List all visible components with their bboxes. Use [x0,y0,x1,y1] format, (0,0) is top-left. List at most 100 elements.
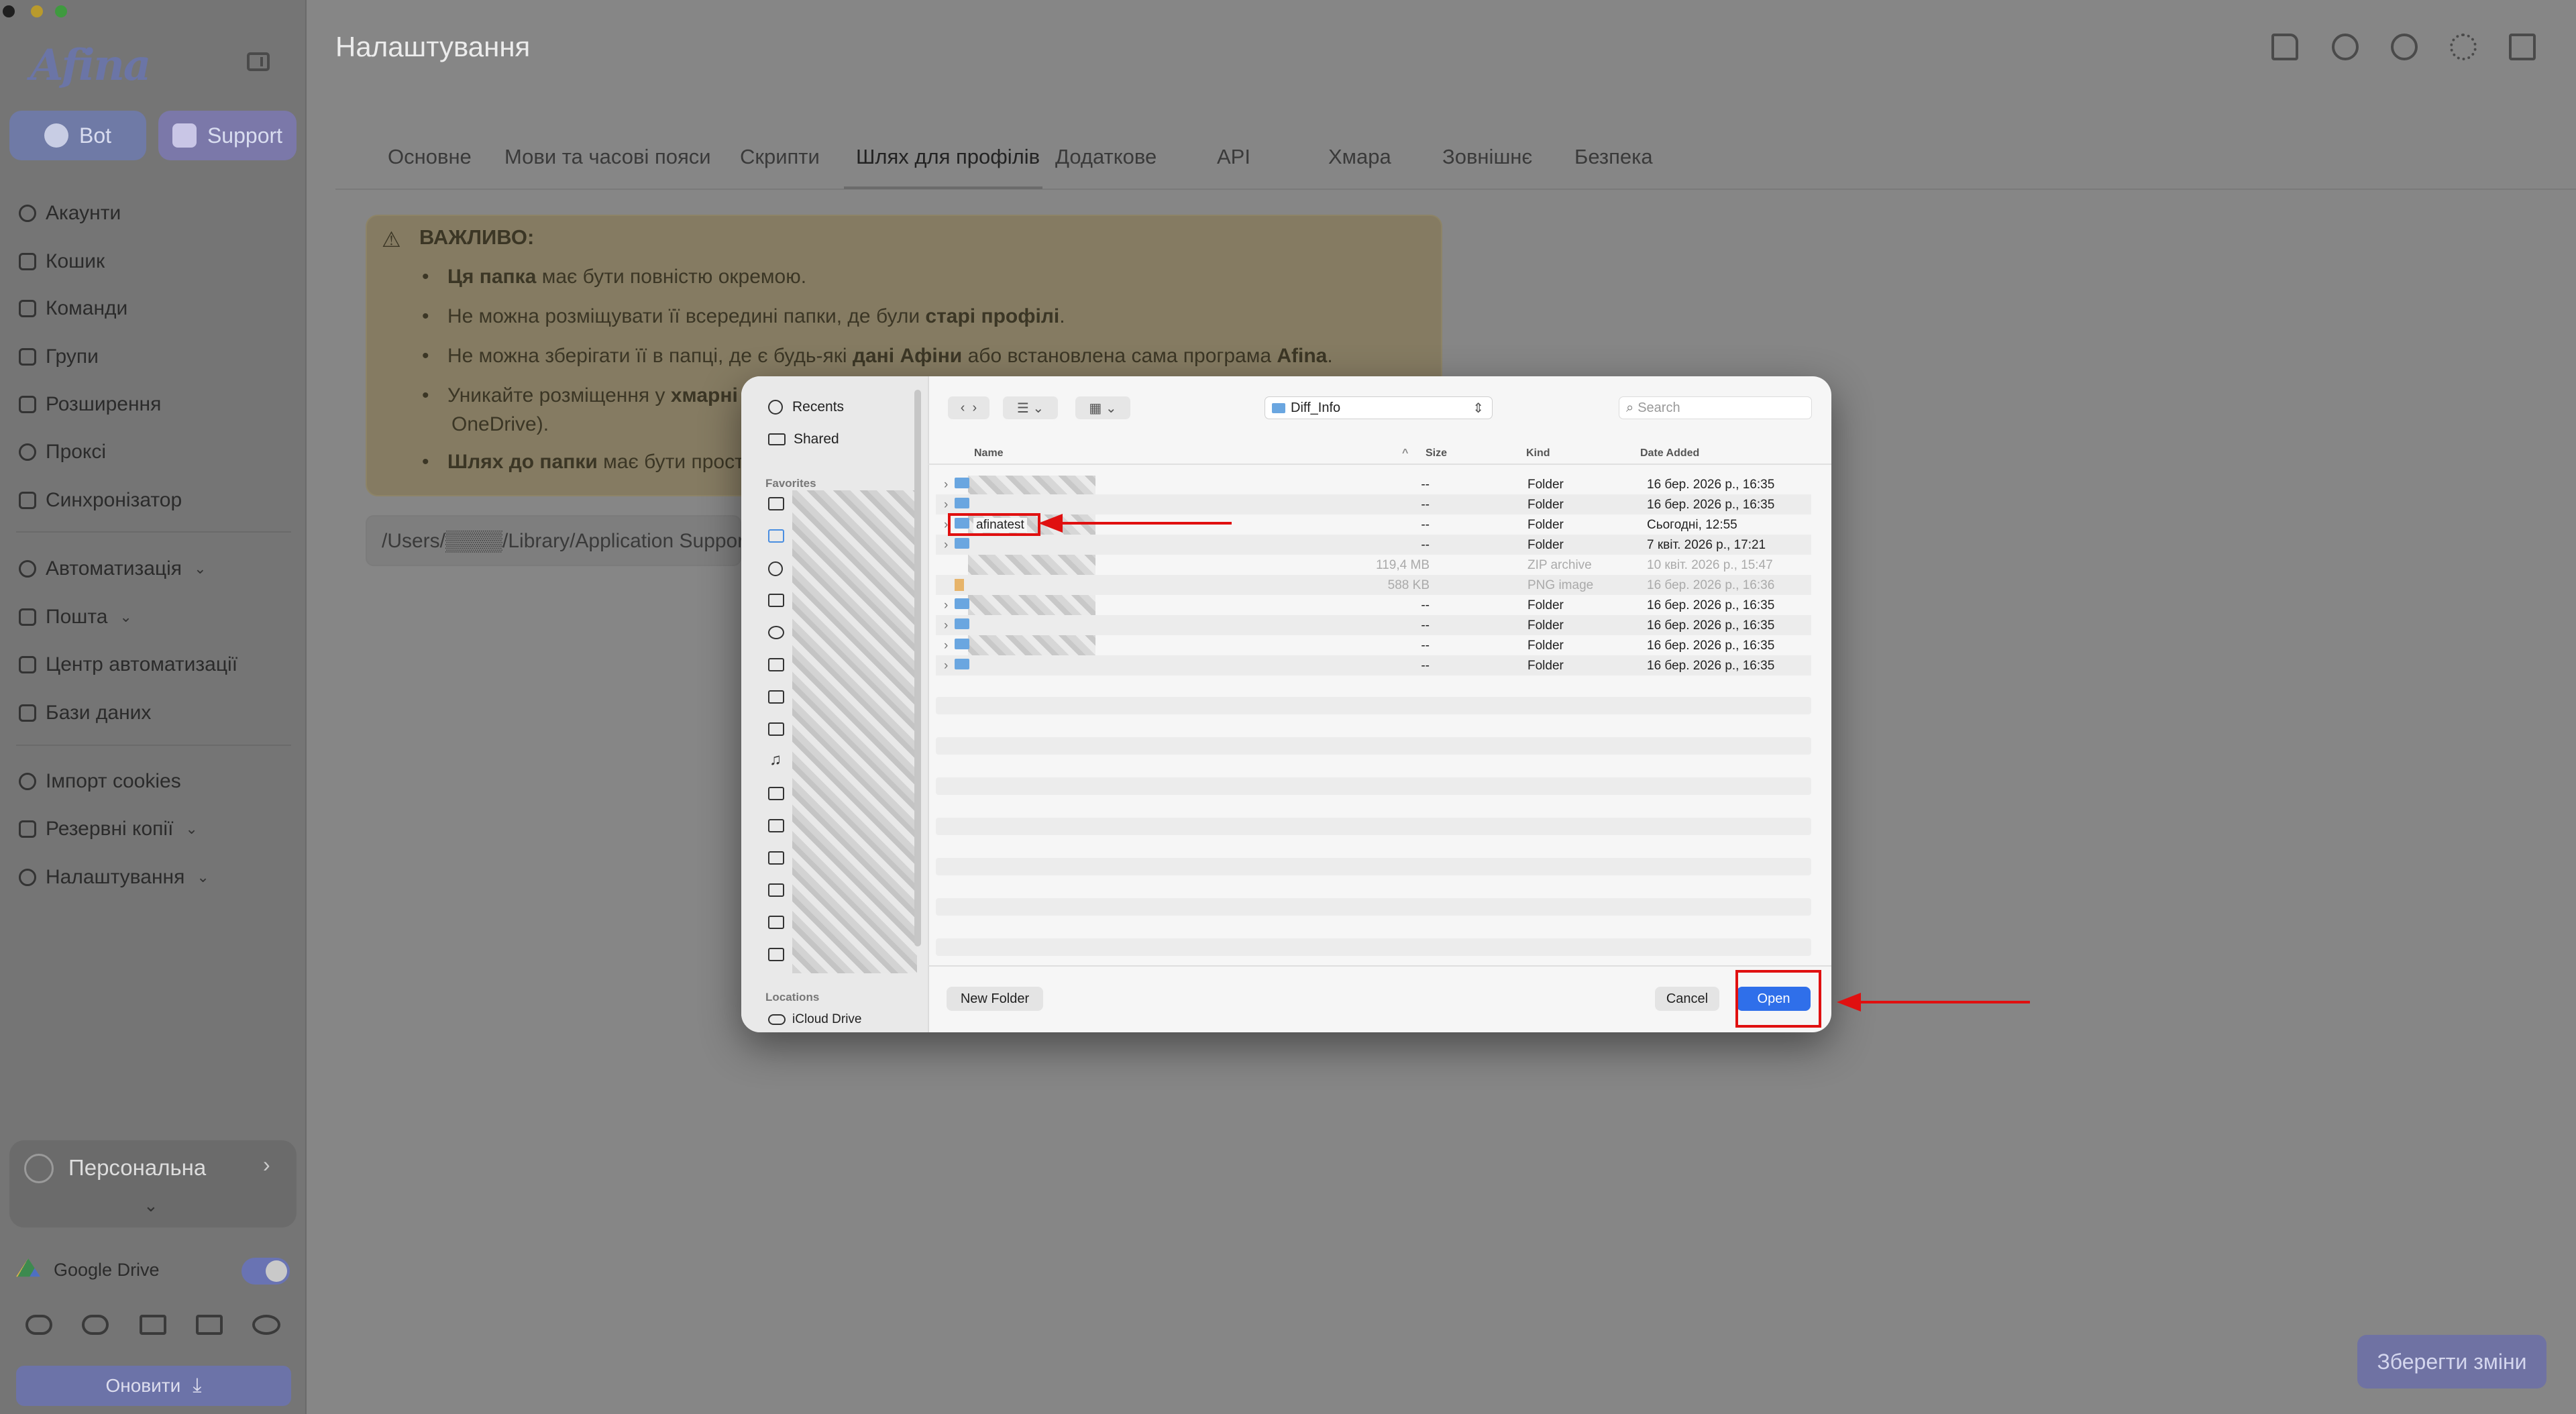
list-view-icon[interactable]: ☰ ⌄ [1003,396,1058,419]
chevron-down-icon[interactable]: ⌄ [144,1195,158,1216]
folder-icon[interactable] [768,883,784,897]
sidebar-item-settings[interactable]: Налаштування ⌄ [19,857,209,898]
column-kind[interactable]: Kind [1526,447,1550,459]
folder-icon[interactable] [768,851,784,865]
sidebar-item-automation-center[interactable]: Центр автоматизації [19,645,237,685]
app-store-icon[interactable] [768,626,784,639]
folder-download-icon[interactable] [196,1315,223,1335]
bank-icon[interactable] [768,658,784,671]
dialog-sidebar-icloud[interactable]: iCloud Drive [768,1012,861,1027]
tab-security[interactable]: Безпека [1574,145,1653,169]
row-size: -- [1421,538,1430,552]
sidebar-item-groups[interactable]: Групи [19,337,99,377]
support-button[interactable]: Support [158,111,297,160]
sidebar-item-extensions[interactable]: Розширення [19,384,161,425]
tab-profile-path[interactable]: Шлях для профілів [856,145,1040,169]
table-row[interactable]: › -- Folder 16 бер. 2026 р., 16:35 [936,595,1811,615]
row-size: -- [1421,639,1430,653]
table-row[interactable]: › -- Folder 7 квіт. 2026 р., 17:21 [936,535,1811,555]
table-row[interactable]: › -- Folder 16 бер. 2026 р., 16:35 [936,635,1811,655]
zoom-window-button[interactable] [55,5,67,17]
table-row[interactable]: › -- Folder 16 бер. 2026 р., 16:35 [936,615,1811,635]
profile-path-value: /Users/▒▒▒▒/Library/Application Suppor [382,530,745,552]
sidebar-item-proxy[interactable]: Проксі [19,432,106,472]
new-folder-button[interactable]: New Folder [947,987,1043,1011]
dialog-sidebar-recents[interactable]: Recents [768,399,844,415]
sidebar-item-import-cookies[interactable]: Імпорт cookies [19,761,181,802]
eye-off-icon[interactable] [252,1315,280,1335]
tab-cloud[interactable]: Хмара [1328,145,1391,169]
folder-upload-icon[interactable] [140,1315,166,1335]
bot-button[interactable]: Bot [9,111,146,160]
document-icon[interactable] [768,497,784,510]
table-row[interactable]: › -- Folder 16 бер. 2026 р., 16:35 [936,474,1811,494]
search-input[interactable]: ⌕ Search [1619,396,1812,419]
folder-icon[interactable] [768,787,784,800]
tab-scripts[interactable]: Скрипти [740,145,820,169]
column-date-added[interactable]: Date Added [1640,447,1699,459]
download-icon[interactable] [768,561,783,576]
save-changes-button[interactable]: Зберегти зміни [2357,1335,2546,1389]
tab-additional[interactable]: Додаткове [1055,145,1157,169]
back-forward-buttons[interactable]: ‹ › [948,396,989,419]
globe-icon[interactable] [2391,34,2418,60]
table-row-afinatest[interactable]: › afinatest -- Folder Сьогодні, 12:55 [936,514,1811,535]
drive-icon[interactable] [768,594,784,607]
tab-api[interactable]: API [1217,145,1250,169]
cloud-icon [19,443,36,461]
row-kind: Folder [1527,518,1564,532]
folder-icon[interactable] [768,916,784,929]
google-drive-toggle[interactable] [241,1258,290,1285]
tab-general[interactable]: Основне [388,145,472,169]
sidebar-item-automation[interactable]: Автоматизація ⌄ [19,549,207,589]
sidebar-item-accounts[interactable]: Акаунти [19,193,121,233]
tab-languages[interactable]: Мови та часові пояси [504,145,711,169]
sidebar-item-trash[interactable]: Кошик [19,241,105,282]
sidebar-item-label: Проксі [46,441,107,463]
row-size: -- [1421,618,1430,633]
layout-icon[interactable] [2509,34,2536,60]
sidebar-item-mail[interactable]: Пошта ⌄ [19,597,132,637]
location-dropdown[interactable]: Diff_Info ⇕ [1265,396,1493,419]
cloud-download-icon[interactable] [82,1315,109,1335]
sidebar-item-backups[interactable]: Резервні копії ⌄ [19,809,198,849]
folder-icon[interactable] [768,819,784,832]
sidebar-scrollbar[interactable] [914,390,921,946]
gear-icon[interactable] [2450,34,2477,60]
tag-icon[interactable] [2271,34,2298,60]
table-row[interactable]: 588 KB PNG image 16 бер. 2026 р., 16:36 [936,575,1811,595]
sidebar-item-label: Команди [46,297,128,319]
table-row[interactable]: › -- Folder 16 бер. 2026 р., 16:35 [936,494,1811,514]
sidebar-item-teams[interactable]: Команди [19,288,127,329]
music-note-icon[interactable]: ♫ [769,751,782,769]
cloud-upload-icon[interactable] [25,1315,52,1335]
row-date: 16 бер. 2026 р., 16:35 [1647,618,1775,633]
sidebar-toggle-icon[interactable] [247,52,270,71]
warning-item-continuation: OneDrive). [451,413,549,435]
sidebar: Afina Bot Support Акаунти Кошик Команди … [0,0,307,1414]
column-name[interactable]: Name [974,447,1004,459]
empty-row [936,898,1811,916]
dialog-sidebar-shared[interactable]: Shared [768,431,839,447]
sidebar-item-databases[interactable]: Бази даних [19,693,151,733]
profile-path-input[interactable]: /Users/▒▒▒▒/Library/Application Suppor [366,515,745,566]
cancel-button[interactable]: Cancel [1655,987,1719,1011]
close-window-button[interactable] [3,5,15,17]
image-icon[interactable] [768,690,784,704]
profile-switcher[interactable]: Персональна › ⌄ [9,1140,297,1228]
column-size[interactable]: Size [1426,447,1447,459]
folder-icon[interactable] [768,529,784,543]
film-icon[interactable] [768,722,784,736]
sidebar-item-synchronizer[interactable]: Синхронізатор [19,480,182,521]
grid-view-icon[interactable]: ▦ ⌄ [1075,396,1130,419]
trash-icon [19,253,36,270]
palette-icon[interactable] [2332,34,2359,60]
folder-icon[interactable] [768,948,784,961]
minimize-window-button[interactable] [31,5,43,17]
row-date: Сьогодні, 12:55 [1647,518,1737,532]
laptop-icon [19,656,36,673]
table-row[interactable]: › -- Folder 16 бер. 2026 р., 16:35 [936,655,1811,675]
table-row[interactable]: 119,4 MB ZIP archive 10 квіт. 2026 р., 15:… [936,555,1811,575]
update-button[interactable]: Оновити ⤓ [16,1366,291,1406]
tab-external[interactable]: Зовнішнє [1442,145,1532,169]
